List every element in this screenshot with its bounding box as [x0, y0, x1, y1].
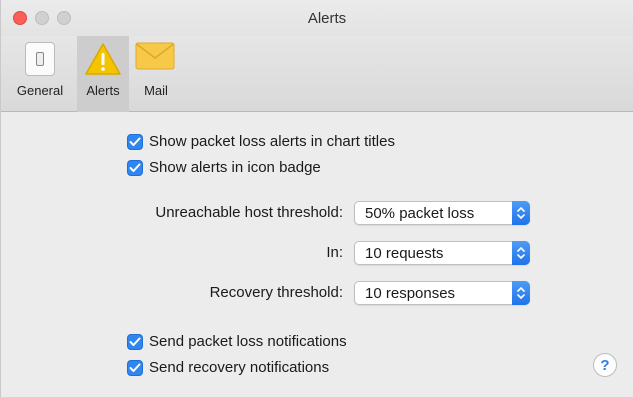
checkmark-icon	[129, 337, 141, 346]
unreachable-threshold-select[interactable]: 50% packet loss	[354, 201, 530, 225]
title-bar: Alerts	[1, 0, 633, 36]
tab-alerts-label: Alerts	[86, 83, 120, 98]
recovery-threshold-value: 10 responses	[365, 285, 456, 302]
unreachable-threshold-value: 50% packet loss	[365, 205, 475, 222]
chevron-up-down-icon	[512, 201, 530, 225]
send-recovery-checkbox[interactable]	[127, 359, 143, 376]
send-recovery-label: Send recovery notifications	[149, 359, 330, 376]
in-requests-value: 10 requests	[365, 245, 444, 262]
preferences-toolbar: General Alerts Mail	[1, 36, 633, 112]
checkmark-icon	[129, 137, 141, 146]
help-button[interactable]: ?	[593, 353, 617, 377]
send-packet-loss-label: Send packet loss notifications	[149, 333, 347, 350]
tab-mail-label: Mail	[144, 83, 168, 98]
switch-icon	[25, 42, 55, 76]
checkmark-icon	[129, 363, 141, 372]
chevron-up-down-icon	[512, 281, 530, 305]
recovery-threshold-select[interactable]: 10 responses	[354, 281, 530, 305]
send-recovery-checkbox-row[interactable]: Send recovery notifications	[127, 359, 329, 376]
tab-general-label: General	[16, 83, 64, 98]
icon-badge-checkbox[interactable]	[127, 159, 143, 176]
icon-badge-checkbox-row[interactable]: Show alerts in icon badge	[127, 159, 321, 176]
chevron-up-down-icon	[512, 241, 530, 265]
checkmark-icon	[129, 163, 141, 172]
in-requests-select[interactable]: 10 requests	[354, 241, 530, 265]
send-packet-loss-checkbox[interactable]	[127, 333, 143, 350]
unreachable-threshold-label: Unreachable host threshold:	[155, 204, 343, 221]
warning-icon	[85, 43, 121, 75]
tab-general[interactable]: General	[5, 36, 75, 112]
packet-loss-titles-checkbox-row[interactable]: Show packet loss alerts in chart titles	[127, 133, 395, 150]
icon-badge-label: Show alerts in icon badge	[149, 159, 321, 176]
recovery-threshold-label: Recovery threshold:	[209, 284, 343, 301]
send-packet-loss-checkbox-row[interactable]: Send packet loss notifications	[127, 333, 347, 350]
packet-loss-titles-label: Show packet loss alerts in chart titles	[149, 133, 395, 150]
in-label: In:	[326, 244, 343, 261]
tab-mail[interactable]: Mail	[133, 36, 179, 112]
window-title: Alerts	[307, 10, 347, 27]
packet-loss-titles-checkbox[interactable]	[127, 133, 143, 150]
preferences-window: Alerts General Alerts Mail Show packet l…	[0, 0, 633, 397]
tab-alerts[interactable]: Alerts	[77, 36, 129, 112]
envelope-icon	[135, 42, 175, 70]
alerts-pane: Show packet loss alerts in chart titles …	[1, 113, 633, 397]
